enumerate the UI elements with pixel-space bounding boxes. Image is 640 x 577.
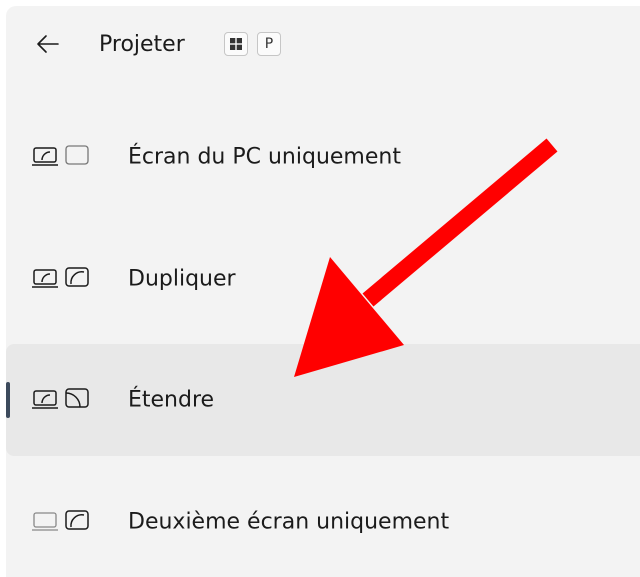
project-panel: Projeter P Écran du PC uniquement Dupliq…: [6, 6, 640, 577]
back-button[interactable]: [32, 28, 64, 60]
pc-screen-only-icon: [32, 145, 89, 166]
extend-icon: [32, 388, 89, 409]
second-screen-only-icon: [32, 510, 89, 531]
selection-indicator: [6, 382, 10, 418]
option-pc-screen-only[interactable]: Écran du PC uniquement: [6, 101, 640, 213]
page-title: Projeter: [99, 32, 185, 57]
windows-key-badge: [224, 32, 248, 56]
p-key-badge: P: [257, 32, 281, 56]
duplicate-icon: [32, 267, 89, 288]
option-label: Écran du PC uniquement: [128, 144, 401, 170]
windows-logo-icon: [230, 38, 242, 50]
back-arrow-icon: [37, 35, 59, 53]
option-label: Étendre: [128, 387, 215, 413]
option-extend[interactable]: Étendre: [6, 344, 640, 456]
option-duplicate[interactable]: Dupliquer: [6, 223, 640, 335]
option-second-screen-only[interactable]: Deuxième écran uniquement: [6, 466, 640, 577]
panel-header: Projeter P: [6, 6, 640, 76]
option-label: Deuxième écran uniquement: [128, 509, 450, 535]
option-label: Dupliquer: [128, 266, 236, 292]
